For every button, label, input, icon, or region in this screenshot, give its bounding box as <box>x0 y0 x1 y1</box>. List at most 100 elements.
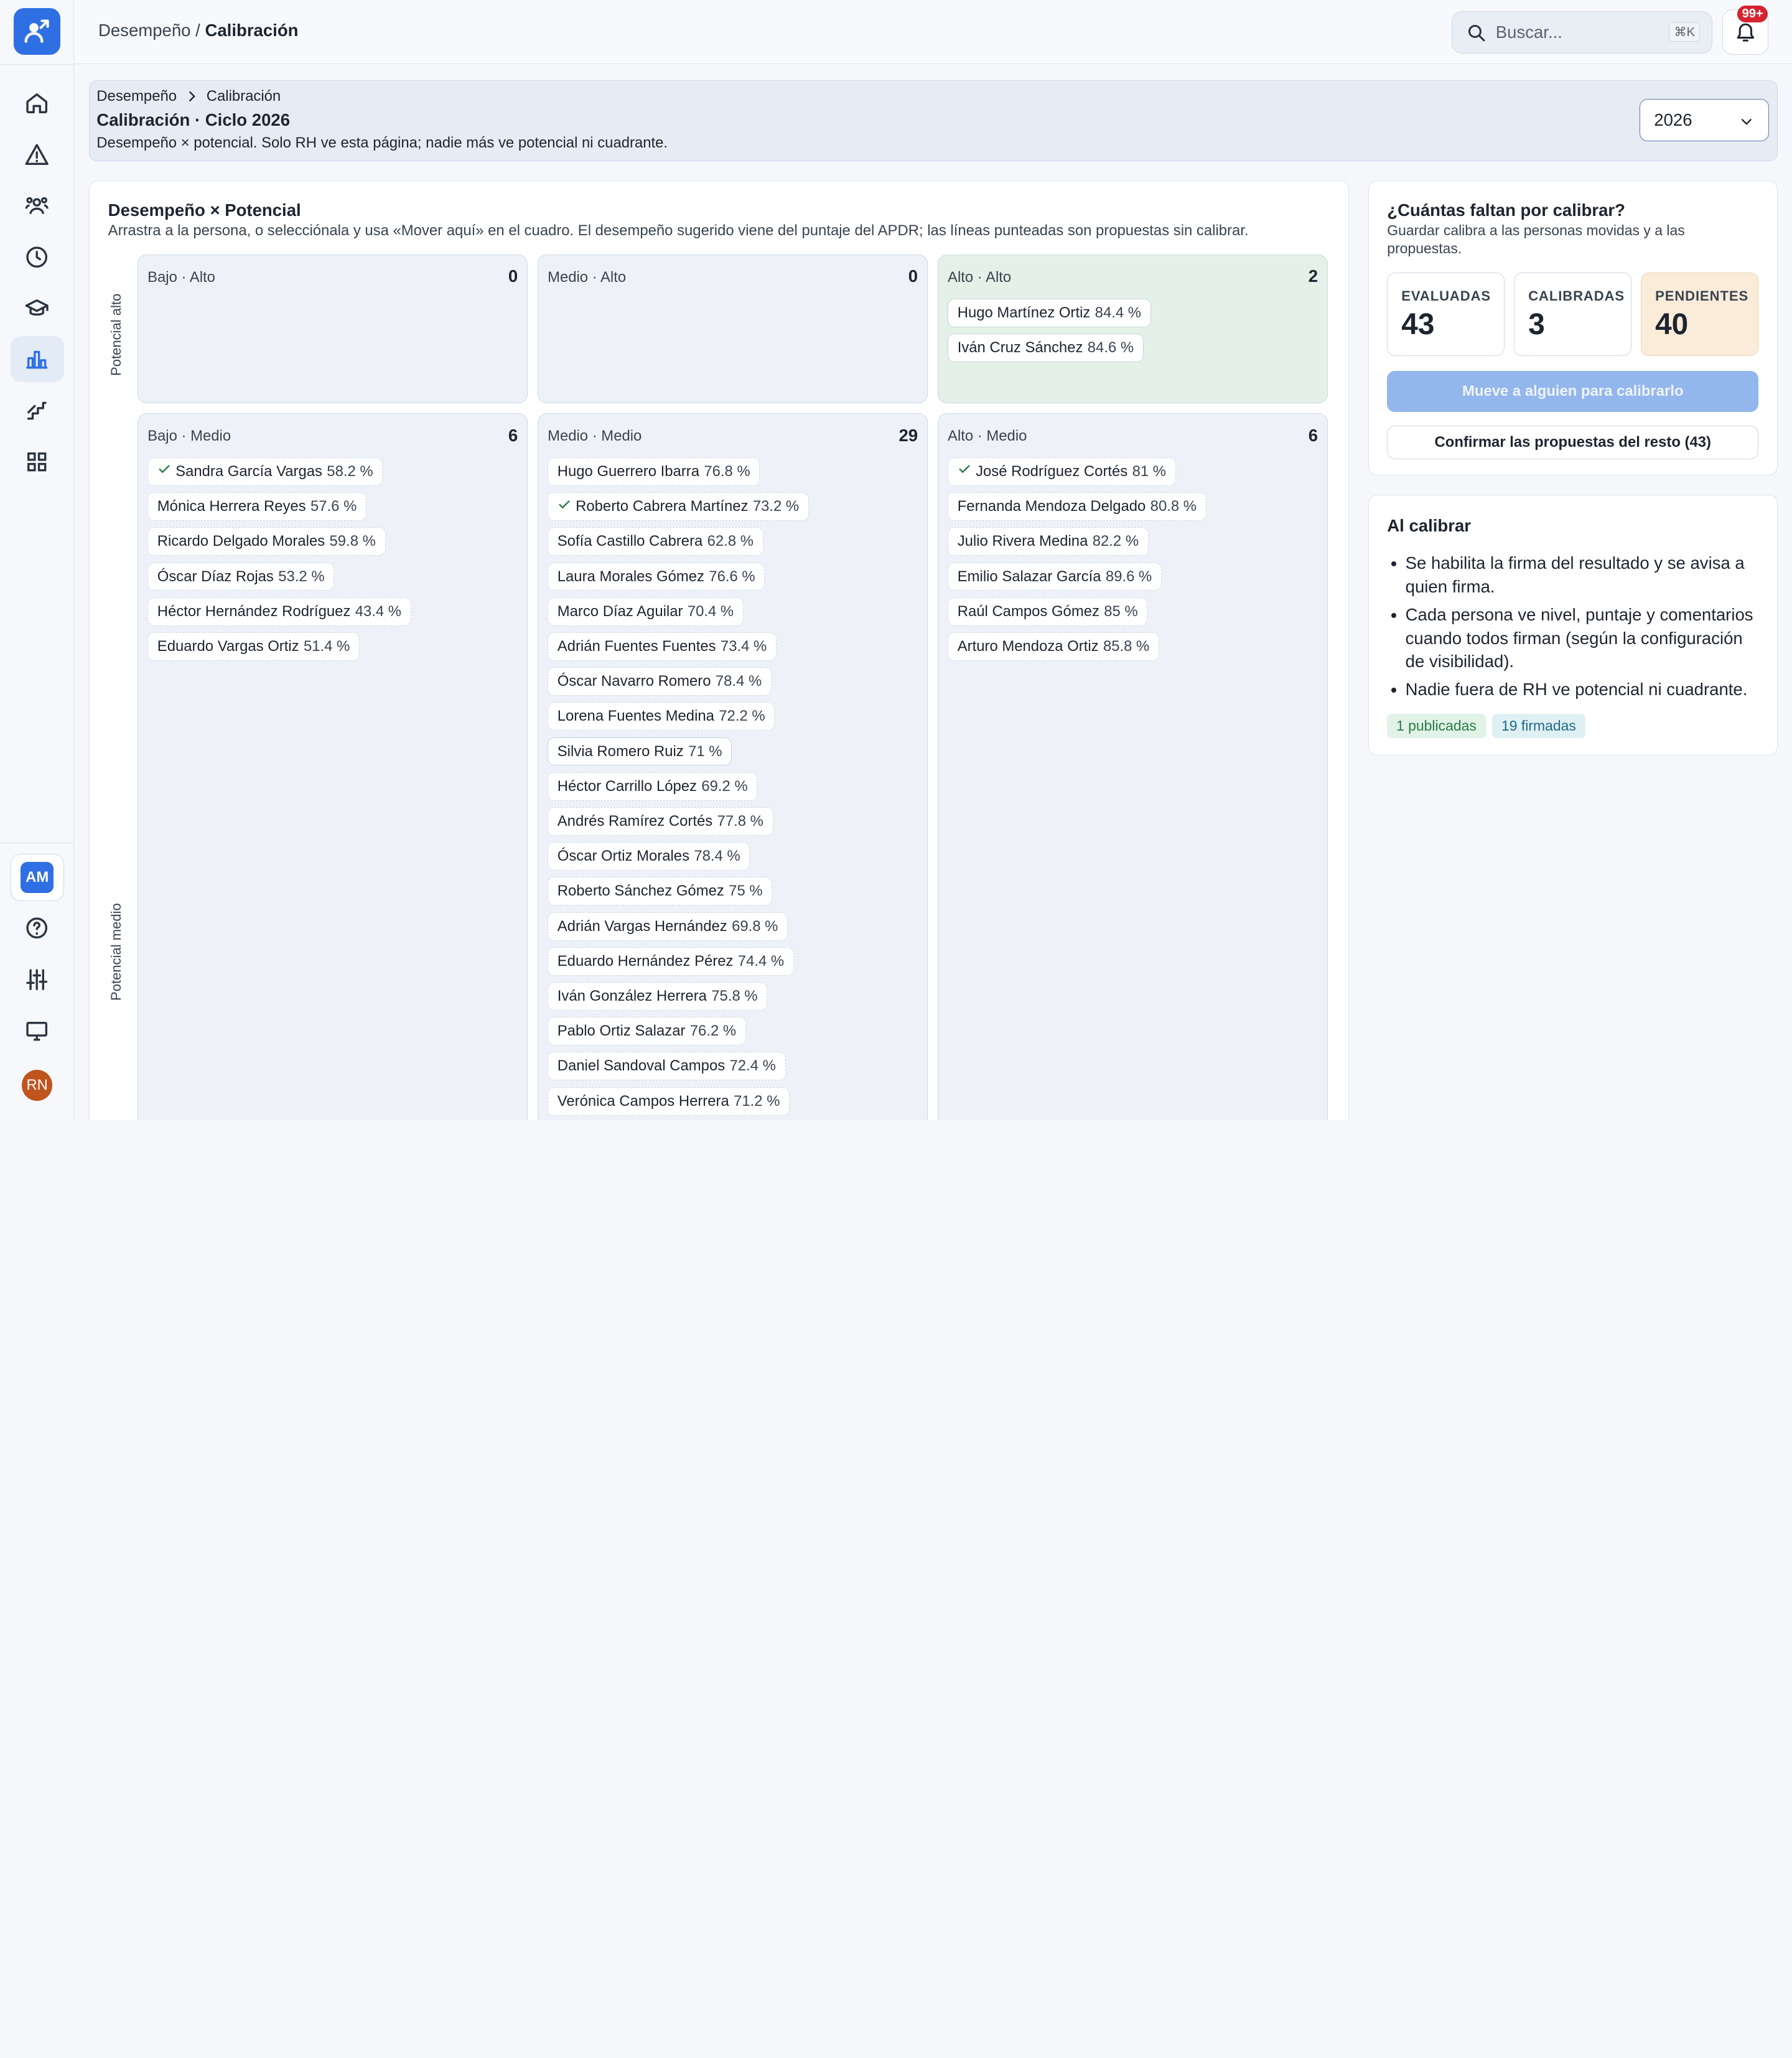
year-value: 2026 <box>1654 110 1692 129</box>
person-chip[interactable]: Eduardo Hernández Pérez 74.4 % <box>548 947 794 976</box>
nav-alerts[interactable] <box>11 131 64 177</box>
person-chip[interactable]: Eduardo Vargas Ortiz 51.4 % <box>147 632 360 661</box>
person-chip[interactable]: Mónica Herrera Reyes 57.6 % <box>147 492 367 522</box>
person-name: Andrés Ramírez Cortés <box>557 812 713 830</box>
person-score: 81 % <box>1132 462 1167 480</box>
user-avatar[interactable]: RN <box>21 1070 53 1101</box>
person-score: 76.8 % <box>704 462 750 480</box>
nav-time[interactable] <box>11 235 64 280</box>
info-bullet: Nadie fuera de RH ve potencial ni cuadra… <box>1406 678 1760 701</box>
grid-cell[interactable]: Bajo · Alto 0 <box>138 254 528 403</box>
workspace-switcher[interactable]: AM <box>10 854 64 901</box>
person-chip[interactable]: Roberto Cabrera Martínez 73.2 % <box>548 492 809 522</box>
person-list: Sandra García Vargas 58.2 % Mónica Herrera… <box>147 457 411 667</box>
person-chip[interactable]: Roberto Sánchez Gómez 75 % <box>548 877 773 906</box>
year-select[interactable]: 2026 <box>1640 98 1769 141</box>
nav-career[interactable] <box>11 388 64 433</box>
person-name: Eduardo Hernández Pérez <box>557 952 734 970</box>
nav-apps[interactable] <box>11 439 64 484</box>
person-chip[interactable]: Héctor Carrillo López 69.2 % <box>548 772 758 801</box>
person-chip[interactable]: Óscar Díaz Rojas 53.2 % <box>147 562 335 591</box>
stat-label: CALIBRADAS <box>1528 288 1625 304</box>
person-chip[interactable]: Silvia Romero Ruiz 71 % <box>548 737 732 766</box>
person-name: Héctor Hernández Rodríguez <box>157 602 351 620</box>
person-chip[interactable]: Marco Díaz Aguilar 70.4 % <box>548 597 744 626</box>
person-chip[interactable]: Adrián Vargas Hernández 69.8 % <box>548 912 788 941</box>
stat-calibrated: CALIBRADAS 3 <box>1514 273 1632 357</box>
person-name: Óscar Navarro Romero <box>557 673 711 690</box>
cell-label: Alto · Alto <box>948 268 1012 286</box>
confirm-proposals-button[interactable]: Confirmar las propuestas del resto (43) <box>1387 426 1759 459</box>
search-shortcut: ⌘K <box>1669 22 1701 42</box>
app-logo[interactable] <box>14 7 61 55</box>
person-name: Óscar Ortiz Morales <box>557 848 690 865</box>
person-name: José Rodríguez Cortés <box>976 462 1128 480</box>
cell-label: Alto · Medio <box>948 428 1027 445</box>
person-score: 57.6 % <box>310 498 357 515</box>
nav-learning[interactable] <box>11 286 64 331</box>
top-breadcrumb-parent[interactable]: Desempeño <box>98 21 191 40</box>
nav-home[interactable] <box>11 80 64 126</box>
person-chip[interactable]: Pablo Ortiz Salazar 76.2 % <box>548 1017 746 1046</box>
nav-people[interactable] <box>11 183 64 228</box>
breadcrumb-item[interactable]: Desempeño <box>96 88 177 105</box>
person-name: Silvia Romero Ruiz <box>557 742 684 760</box>
graduation-cap-icon <box>26 299 49 316</box>
person-chip[interactable]: Adrián Fuentes Fuentes 73.4 % <box>548 632 777 661</box>
person-score: 73.4 % <box>720 637 767 655</box>
sidebar-divider <box>0 63 75 65</box>
calibrate-button[interactable]: Mueve a alguien para calibrarlo <box>1387 371 1759 413</box>
nav-help[interactable] <box>11 905 64 951</box>
nav-settings[interactable] <box>11 957 64 1003</box>
nav-performance[interactable] <box>10 336 64 382</box>
grid-cell[interactable]: Bajo · Medio 6 Sandra García Vargas 58.2 % M… <box>138 413 528 1121</box>
person-score: 85 % <box>1104 602 1138 620</box>
person-name: Óscar Díaz Rojas <box>157 568 274 585</box>
person-chip[interactable]: Óscar Navarro Romero 78.4 % <box>548 667 772 696</box>
person-chip[interactable]: Julio Rivera Medina 82.2 % <box>948 527 1149 556</box>
person-chip[interactable]: Andrés Ramírez Cortés 77.8 % <box>548 807 773 836</box>
cell-label: Medio · Alto <box>548 268 627 286</box>
person-chip[interactable]: Daniel Sandoval Campos 72.4 % <box>548 1052 786 1081</box>
person-score: 76.2 % <box>689 1022 737 1040</box>
bar-chart-icon <box>26 350 48 368</box>
grid-cell[interactable]: Alto · Alto 2 Hugo Martínez Ortiz 84.4 % Ivá… <box>938 254 1328 403</box>
workspace-avatar: AM <box>21 862 54 893</box>
grid-cell[interactable]: Medio · Medio 29 Hugo Guerrero Ibarra 76.8 … <box>538 413 928 1121</box>
person-chip[interactable]: Iván Cruz Sánchez 84.6 % <box>948 333 1144 362</box>
person-chip[interactable]: Ricardo Delgado Morales 59.8 % <box>147 527 386 556</box>
grid-cell[interactable]: Alto · Medio 6 José Rodríguez Cortés 81 % Fe… <box>938 413 1328 1121</box>
person-list: José Rodríguez Cortés 81 % Fernanda Mendoz… <box>948 457 1206 667</box>
stat-value: 3 <box>1528 308 1545 342</box>
person-chip[interactable]: Laura Morales Gómez 76.6 % <box>548 562 765 591</box>
person-score: 78.4 % <box>715 673 762 690</box>
person-chip[interactable]: Héctor Hernández Rodríguez 43.4 % <box>147 597 411 626</box>
person-name: Mónica Herrera Reyes <box>157 498 306 515</box>
person-chip[interactable]: Sandra García Vargas 58.2 % <box>147 457 383 486</box>
nav-display[interactable] <box>11 1008 64 1054</box>
person-chip[interactable]: Raúl Campos Gómez 85 % <box>948 597 1148 626</box>
person-chip[interactable]: Lorena Fuentes Medina 72.2 % <box>548 702 775 731</box>
person-chip[interactable]: Emilio Salazar García 89.6 % <box>948 562 1162 591</box>
person-chip[interactable]: Hugo Guerrero Ibarra 76.8 % <box>548 457 760 486</box>
person-chip[interactable]: Fernanda Mendoza Delgado 80.8 % <box>948 492 1206 522</box>
cell-label: Medio · Medio <box>548 428 642 445</box>
person-chip[interactable]: José Rodríguez Cortés 81 % <box>948 457 1176 486</box>
person-chip[interactable]: Iván González Herrera 75.8 % <box>548 981 768 1011</box>
person-name: Roberto Sánchez Gómez <box>557 882 724 900</box>
person-chip[interactable]: Sofía Castillo Cabrera 62.8 % <box>548 527 763 556</box>
person-chip[interactable]: Verónica Campos Herrera 71.2 % <box>548 1087 790 1116</box>
calibration-grid: Desempeño × Potencial Arrastra a la pers… <box>89 180 1349 1121</box>
person-name: Pablo Ortiz Salazar <box>557 1022 686 1040</box>
stat-label: PENDIENTES <box>1655 288 1749 304</box>
grid-cell[interactable]: Medio · Alto 0 <box>538 254 928 403</box>
grid-title: Desempeño × Potencial <box>108 200 301 220</box>
person-chip[interactable]: Óscar Ortiz Morales 78.4 % <box>548 842 750 871</box>
stat-value: 40 <box>1655 308 1689 342</box>
person-score: 71.2 % <box>734 1092 780 1110</box>
person-score: 51.4 % <box>303 637 350 655</box>
topbar: Desempeño / Calibración Buscar... ⌘K 99+ <box>74 0 1792 64</box>
search-input[interactable]: Buscar... ⌘K <box>1451 11 1712 54</box>
person-chip[interactable]: Arturo Mendoza Ortiz 85.8 % <box>948 632 1159 661</box>
person-chip[interactable]: Hugo Martínez Ortiz 84.4 % <box>948 298 1151 327</box>
